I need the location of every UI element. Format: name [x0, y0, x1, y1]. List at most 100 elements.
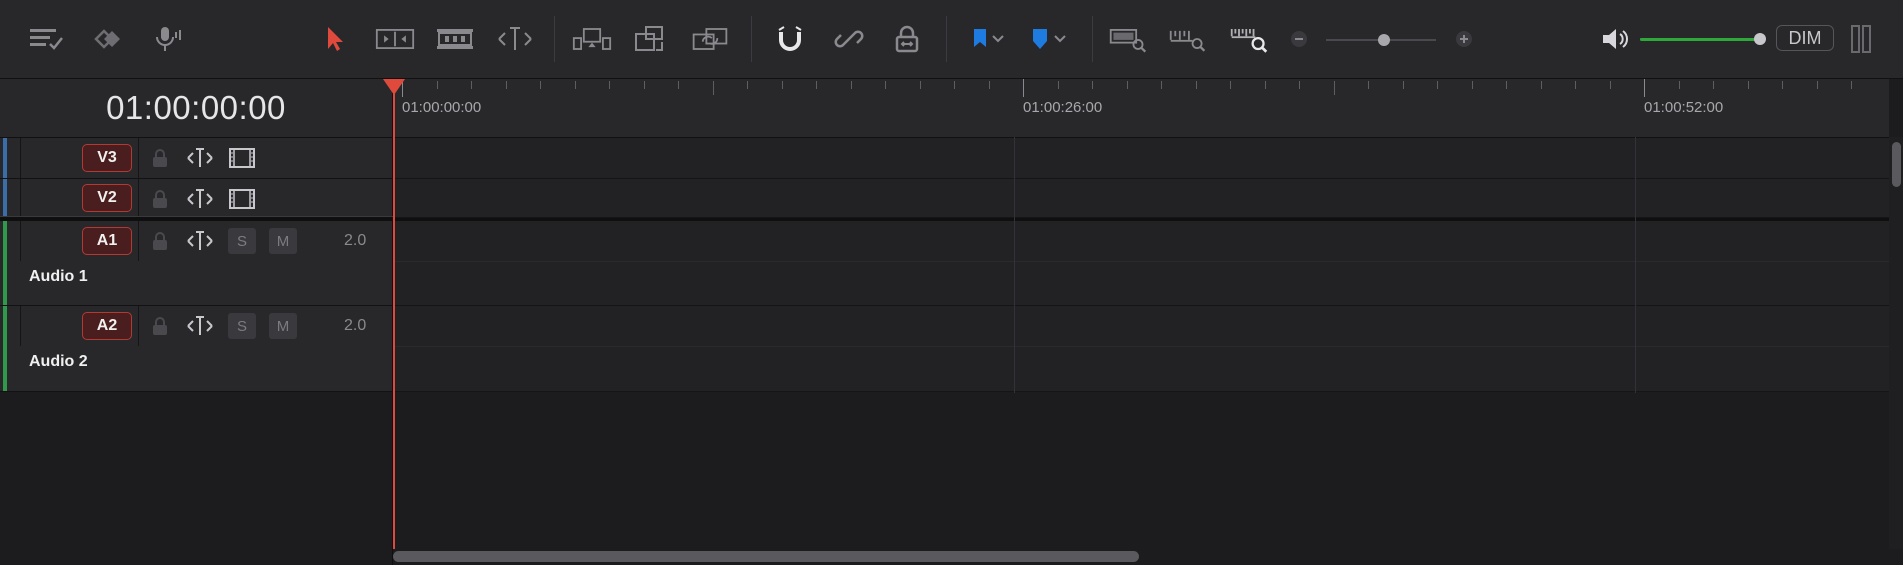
volume-slider-knob[interactable]: [1754, 33, 1766, 45]
horizontal-scrollbar-thumb[interactable]: [393, 551, 1139, 562]
chevron-down-icon[interactable]: [1045, 20, 1075, 58]
ruler-tick: [713, 81, 714, 95]
ruler-tick: [1368, 81, 1369, 89]
mute-button[interactable]: M: [269, 228, 297, 254]
ruler-tick: [885, 81, 886, 89]
track-lane-v3[interactable]: [393, 138, 1889, 179]
playhead-line[interactable]: [393, 85, 395, 550]
track-button-a2[interactable]: A2: [82, 312, 132, 340]
linked-selection-icon[interactable]: [829, 20, 869, 58]
track-lane-a1[interactable]: [393, 221, 1889, 262]
replace-clip-icon[interactable]: [690, 20, 730, 58]
grid-line: [1635, 137, 1636, 393]
dim-button[interactable]: DIM: [1776, 25, 1834, 51]
ruler-tick: [1610, 81, 1611, 89]
auto-track-select-icon[interactable]: [186, 187, 214, 211]
track-header-a1[interactable]: A1 S M 2.0 Audio 1: [0, 221, 392, 306]
zoom-custom-icon[interactable]: [1229, 20, 1269, 58]
solo-button[interactable]: S: [228, 313, 256, 339]
track-header-v3[interactable]: V3: [0, 138, 392, 179]
track-button-v2[interactable]: V2: [82, 184, 132, 212]
zoom-slider-knob[interactable]: [1378, 34, 1390, 46]
track-button-v3[interactable]: V3: [82, 144, 132, 172]
channel-format: 2.0: [344, 317, 367, 334]
track-name[interactable]: Audio 2: [29, 353, 88, 371]
dynamic-trim-icon[interactable]: [435, 20, 475, 58]
ruler-tick: [1127, 81, 1128, 89]
ruler-tick: [1265, 81, 1266, 89]
auto-track-select-icon[interactable]: [186, 146, 214, 170]
zoom-full-icon[interactable]: [1108, 20, 1148, 58]
track-button-a1[interactable]: A1: [82, 227, 132, 255]
insert-clip-icon[interactable]: [572, 20, 612, 58]
mute-button[interactable]: M: [269, 313, 297, 339]
track-lock-icon[interactable]: [150, 148, 170, 168]
snapping-magnet-icon[interactable]: [770, 20, 810, 58]
channel-format: 2.0: [344, 232, 367, 249]
track-header-a2[interactable]: A2 S M 2.0 Audio 2: [0, 306, 392, 392]
ruler-tick: [437, 81, 438, 89]
volume-level-fill: [1640, 38, 1760, 41]
playhead-handle[interactable]: [383, 79, 405, 95]
ruler-tick: [851, 81, 852, 89]
position-lock-icon[interactable]: [887, 20, 927, 58]
voiceover-mic-icon[interactable]: [148, 20, 188, 58]
ruler-tick: [1230, 81, 1231, 89]
ruler-tick: [1644, 79, 1645, 97]
zoom-in-icon[interactable]: [1446, 20, 1482, 58]
ruler-tick: [1161, 81, 1162, 89]
ruler-tick: [954, 81, 955, 89]
timecode-display[interactable]: 01:00:00:00: [0, 79, 392, 138]
track-lock-icon[interactable]: [150, 189, 170, 209]
speaker-icon[interactable]: [1597, 20, 1633, 58]
vertical-scrollbar-thumb[interactable]: [1892, 142, 1901, 187]
ruler-tick: [678, 81, 679, 89]
track-lane-a2-body[interactable]: [393, 347, 1889, 392]
ruler-tick: [1058, 81, 1059, 89]
track-lock-icon[interactable]: [150, 316, 170, 336]
selection-arrow-icon[interactable]: [315, 20, 355, 58]
ruler-tick: [1437, 81, 1438, 89]
track-header-v2[interactable]: V2: [0, 179, 392, 218]
overwrite-clip-icon[interactable]: [632, 20, 672, 58]
trim-edit-icon[interactable]: [375, 20, 415, 58]
track-lane-a2[interactable]: [393, 306, 1889, 347]
track-lane-v2[interactable]: [393, 179, 1889, 218]
track-name[interactable]: Audio 1: [29, 268, 88, 286]
ruler-tick: [1334, 81, 1335, 95]
zoom-out-icon[interactable]: [1281, 20, 1317, 58]
timeline-view-options-icon[interactable]: [27, 20, 67, 58]
chevron-down-icon[interactable]: [983, 20, 1013, 58]
ruler-tick: [1403, 81, 1404, 89]
auto-track-select-icon[interactable]: [186, 229, 214, 253]
ruler-timecode-label: 01:00:52:00: [1644, 99, 1724, 116]
ruler-tick: [506, 81, 507, 89]
ruler-tick: [1541, 81, 1542, 89]
stacked-timelines-icon[interactable]: [88, 20, 128, 58]
solo-button[interactable]: S: [228, 228, 256, 254]
ruler-tick: [1472, 81, 1473, 89]
ruler-tick: [1575, 81, 1576, 89]
track-video-toggle-icon[interactable]: [228, 147, 256, 169]
ruler-tick: [1713, 81, 1714, 89]
auto-track-select-icon[interactable]: [186, 314, 214, 338]
timeline-ruler[interactable]: 01:00:00:00 01:00:26:00 01:00:52:00: [393, 79, 1889, 138]
ruler-tick: [1299, 81, 1300, 89]
ruler-tick: [1851, 81, 1852, 89]
ruler-tick: [575, 81, 576, 89]
timeline-toolbar: DIM: [0, 0, 1903, 79]
ruler-tick: [747, 81, 748, 89]
ruler-tick: [989, 81, 990, 89]
ruler-tick: [540, 81, 541, 89]
zoom-detail-icon[interactable]: [1168, 20, 1208, 58]
vertical-scrollbar[interactable]: [1889, 137, 1903, 549]
ruler-tick: [644, 81, 645, 89]
meter-panel-icon[interactable]: [1846, 20, 1876, 58]
track-lock-icon[interactable]: [150, 231, 170, 251]
ruler-tick: [471, 81, 472, 89]
track-lane-a1-body[interactable]: [393, 262, 1889, 306]
blade-icon[interactable]: [495, 20, 535, 58]
grid-line: [1014, 137, 1015, 393]
track-video-toggle-icon[interactable]: [228, 188, 256, 210]
ruler-tick: [1817, 81, 1818, 89]
